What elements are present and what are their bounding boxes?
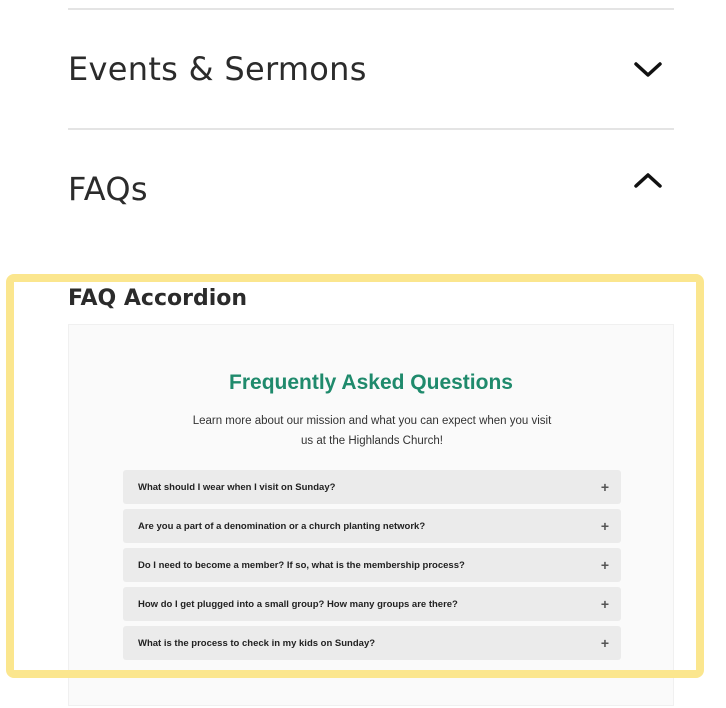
- accordion-events-sermons[interactable]: Events & Sermons: [68, 44, 674, 94]
- page: Events & Sermons FAQs FAQ Accordion Freq…: [0, 0, 726, 708]
- chevron-down-icon[interactable]: [628, 49, 668, 89]
- accordion-title-faqs: FAQs: [68, 170, 148, 208]
- chevron-up-icon[interactable]: [628, 160, 668, 200]
- top-divider: [68, 8, 674, 10]
- accordion-faqs[interactable]: FAQs: [68, 164, 674, 214]
- selection-highlight: [6, 274, 704, 678]
- accordion-title-events-sermons: Events & Sermons: [68, 50, 367, 88]
- middle-divider: [68, 128, 674, 130]
